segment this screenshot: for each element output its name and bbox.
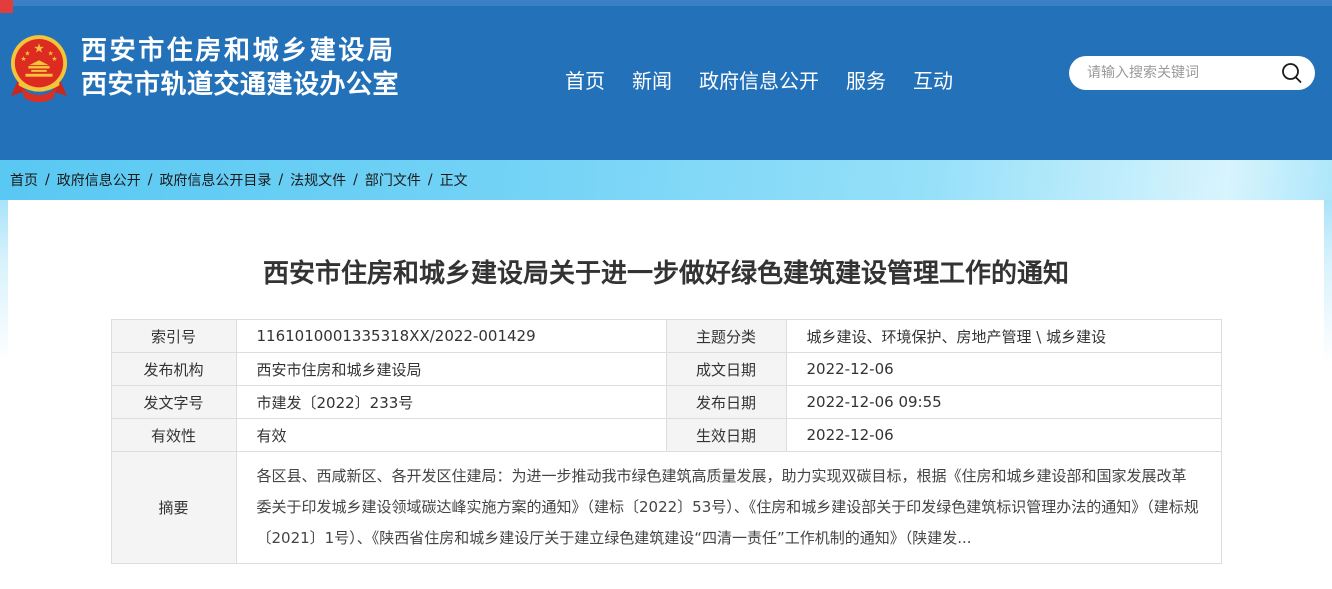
- page-background: 西安市住房和城乡建设局关于进一步做好绿色建筑建设管理工作的通知 索引号 1161…: [0, 200, 1332, 589]
- site-logo-link[interactable]: ★ ★ ★ ★ ★ 西安市住房和城乡建设局 西安市轨道交通建设办公室: [10, 34, 399, 102]
- meta-label-document-number: 发文字号: [111, 386, 236, 419]
- table-row-abstract: 摘要 各区县、西咸新区、各开发区住建局：为进一步推动我市绿色建筑高质量发展，助力…: [111, 452, 1221, 564]
- table-row: 发文字号 市建发〔2022〕233号 发布日期 2022-12-06 09:55: [111, 386, 1221, 419]
- corner-red-square: [0, 0, 13, 13]
- nav-item-news[interactable]: 新闻: [632, 69, 672, 93]
- svg-text:★: ★: [51, 55, 57, 63]
- breadcrumb-gov-info-catalog[interactable]: 政府信息公开目录: [159, 170, 271, 190]
- meta-label-written-date: 成文日期: [666, 353, 786, 386]
- breadcrumb-gov-info[interactable]: 政府信息公开: [57, 170, 141, 190]
- breadcrumb-current-article: 正文: [440, 170, 468, 190]
- meta-value-publish-date: 2022-12-06 09:55: [786, 386, 1221, 419]
- table-row: 发布机构 西安市住房和城乡建设局 成文日期 2022-12-06: [111, 353, 1221, 386]
- nav-item-interaction[interactable]: 互动: [913, 69, 953, 93]
- meta-value-effective-date: 2022-12-06: [786, 419, 1221, 452]
- document-title: 西安市住房和城乡建设局关于进一步做好绿色建筑建设管理工作的通知: [48, 258, 1284, 290]
- document-meta-table: 索引号 1161010001335318XX/2022-001429 主题分类 …: [111, 319, 1222, 564]
- breadcrumb-separator: /: [278, 172, 283, 188]
- breadcrumb-home[interactable]: 首页: [10, 170, 38, 190]
- meta-value-document-number: 市建发〔2022〕233号: [236, 386, 666, 419]
- meta-label-issuing-agency: 发布机构: [111, 353, 236, 386]
- table-row: 有效性 有效 生效日期 2022-12-06: [111, 419, 1221, 452]
- table-row: 索引号 1161010001335318XX/2022-001429 主题分类 …: [111, 320, 1221, 353]
- nav-item-home[interactable]: 首页: [565, 69, 605, 93]
- meta-label-index-number: 索引号: [111, 320, 236, 353]
- national-emblem-icon: ★ ★ ★ ★ ★: [10, 34, 68, 102]
- nav-item-gov-info[interactable]: 政府信息公开: [699, 69, 819, 93]
- breadcrumb-department-files[interactable]: 部门文件: [365, 170, 421, 190]
- meta-label-topic-category: 主题分类: [666, 320, 786, 353]
- meta-value-validity: 有效: [236, 419, 666, 452]
- nav-item-services[interactable]: 服务: [846, 69, 886, 93]
- main-nav: 首页 新闻 政府信息公开 服务 互动: [565, 69, 953, 93]
- site-title: 西安市住房和城乡建设局 西安市轨道交通建设办公室: [81, 34, 399, 102]
- svg-text:★: ★: [21, 55, 27, 63]
- search-box: [1069, 56, 1315, 90]
- breadcrumb-separator: /: [148, 172, 153, 188]
- content-card: 西安市住房和城乡建设局关于进一步做好绿色建筑建设管理工作的通知 索引号 1161…: [8, 200, 1324, 589]
- meta-label-effective-date: 生效日期: [666, 419, 786, 452]
- meta-label-abstract: 摘要: [111, 452, 236, 564]
- meta-label-publish-date: 发布日期: [666, 386, 786, 419]
- search-icon: [1279, 60, 1305, 86]
- breadcrumb-separator: /: [428, 172, 433, 188]
- breadcrumb-regulation-files[interactable]: 法规文件: [290, 170, 346, 190]
- header-top-strip: [0, 0, 1332, 6]
- meta-value-index-number: 1161010001335318XX/2022-001429: [236, 320, 666, 353]
- site-title-line1: 西安市住房和城乡建设局: [81, 34, 399, 68]
- breadcrumb-separator: /: [353, 172, 358, 188]
- search-button[interactable]: [1279, 60, 1305, 86]
- meta-label-validity: 有效性: [111, 419, 236, 452]
- meta-value-written-date: 2022-12-06: [786, 353, 1221, 386]
- site-header: ★ ★ ★ ★ ★ 西安市住房和城乡建设局 西安市轨道交通建设办公室 首页 新闻…: [0, 0, 1332, 160]
- meta-value-topic-category: 城乡建设、环境保护、房地产管理 \ 城乡建设: [786, 320, 1221, 353]
- search-input[interactable]: [1085, 64, 1279, 82]
- svg-text:★: ★: [33, 41, 44, 56]
- meta-value-issuing-agency: 西安市住房和城乡建设局: [236, 353, 666, 386]
- site-title-line2: 西安市轨道交通建设办公室: [81, 68, 399, 102]
- breadcrumb: 首页 / 政府信息公开 / 政府信息公开目录 / 法规文件 / 部门文件 / 正…: [0, 160, 1332, 200]
- breadcrumb-separator: /: [45, 172, 50, 188]
- meta-value-abstract: 各区县、西咸新区、各开发区住建局：为进一步推动我市绿色建筑高质量发展，助力实现双…: [236, 452, 1221, 564]
